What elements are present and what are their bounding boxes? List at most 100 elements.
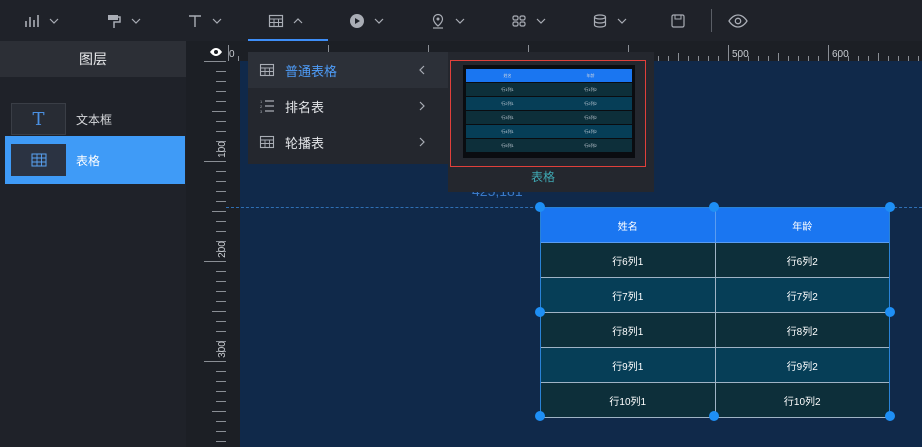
preview-cell: 行1列2 [584,86,597,92]
preview-row: 行4列1 行4列2 [466,125,632,138]
data-menu[interactable] [592,0,628,41]
layer-label: 表格 [76,153,101,168]
menu-item-ranking-table[interactable]: 123 排名表 [248,88,448,124]
save-button[interactable] [670,0,686,41]
table-menu[interactable] [268,0,304,41]
ruler-top-label: 0 [229,49,235,60]
table-header-cell: 姓名 [541,208,716,243]
layers-sidebar: 图层 T 文本框 表格 [0,41,186,447]
ranking-list-icon: 123 [260,99,274,114]
preview-frame: 姓名 年龄 行1列1 行1列2 行2列1 行2列2 行3列1 行3列2 行4列1 行4列… [450,60,646,167]
chart-menu[interactable] [24,0,60,41]
text-icon [189,14,201,27]
table-row: 行6列1 行6列2 [541,243,889,278]
layer-item-table[interactable]: 表格 [5,136,185,184]
components-icon [512,14,526,27]
preview-cell: 行5列1 [501,142,514,148]
paint-roller-icon [108,14,121,28]
text-T-icon: T [32,108,45,130]
chevron-down-icon [617,18,627,24]
table-icon [259,63,275,77]
chevron-down-icon [212,18,222,24]
preview-cell: 行4列2 [584,128,597,134]
table-icon [268,14,284,27]
table-row: 行7列1 行7列2 [541,278,889,313]
table-widget[interactable]: 姓名 年龄 行6列1 行6列2 行7列1 行7列2 行8列1 行8列2 行9列1… [540,207,890,418]
resize-handle-left[interactable] [535,307,545,317]
preview-cell: 行4列1 [501,128,514,134]
ruler-top-label: 600 [832,49,849,60]
resize-handle-bottom-right[interactable] [885,411,895,421]
table-cell: 行7列2 [715,278,889,313]
menu-item-label: 轮播表 [285,135,325,151]
resize-handle-top-left[interactable] [535,202,545,212]
chevron-up-icon [293,17,303,23]
table-preview-card[interactable]: 姓名 年龄 行1列1 行1列2 行2列1 行2列2 行3列1 行3列2 行4列1 行4列… [448,52,654,192]
chevron-left-icon [419,65,425,75]
preview-cell: 姓名 [503,72,512,78]
preview-row: 行3列1 行3列2 [466,111,632,124]
table-icon [259,135,275,149]
layer-label: 文本框 [76,112,113,127]
resize-handle-top-right[interactable] [885,202,895,212]
menu-item-normal-table[interactable]: 普通表格 [248,52,448,88]
chevron-right-icon [419,101,425,111]
chevron-down-icon [455,18,465,24]
table-cell: 行10列2 [715,383,889,418]
preview-cell: 行2列1 [501,100,514,106]
menu-item-carousel-table[interactable]: 轮播表 [248,124,448,160]
eye-icon [728,13,748,28]
table-cell: 行10列1 [541,383,716,418]
table-cell: 行8列2 [715,313,889,348]
database-icon [593,13,607,28]
table-cell: 行7列1 [541,278,716,313]
media-play-icon [350,13,364,28]
map-menu[interactable] [430,0,466,41]
visibility-toggle[interactable] [206,43,226,61]
layer-thumbnail: T [11,103,66,135]
table-cell: 行6列2 [715,243,889,278]
preview-cell: 行1列1 [501,86,514,92]
table-row: 行8列1 行8列2 [541,313,889,348]
chevron-down-icon [374,18,384,24]
menu-item-label: 排名表 [285,99,325,115]
ruler-left-label: 300 [216,341,228,358]
toolbar-divider [711,9,712,32]
top-toolbar [0,0,922,41]
svg-text:3: 3 [260,109,263,114]
resize-handle-right[interactable] [885,307,895,317]
bar-chart-icon [25,14,39,27]
preview-cell: 行5列2 [584,142,597,148]
sidebar-title: 图层 [0,41,186,77]
components-menu[interactable] [511,0,547,41]
table-header-cell: 年龄 [715,208,889,243]
eye-icon [210,48,222,56]
chevron-down-icon [131,18,141,24]
table-row: 行9列1 行9列2 [541,348,889,383]
preview-cell: 行3列1 [501,114,514,120]
map-pin-icon [432,13,444,29]
table-cell: 行9列2 [715,348,889,383]
ruler-top-label: 500 [732,49,749,60]
resize-handle-bottom-left[interactable] [535,411,545,421]
media-menu[interactable] [349,0,385,41]
table-grid-icon [31,153,46,167]
ruler-left-label: 100 [216,141,228,158]
preview-thumbnail: 姓名 年龄 行1列1 行1列2 行2列1 行2列2 行3列1 行3列2 行4列1 行4列… [463,65,635,158]
resize-handle-bottom[interactable] [709,411,719,421]
layer-thumbnail [11,144,66,176]
preview-row: 行2列1 行2列2 [466,97,632,110]
style-menu[interactable] [106,0,142,41]
table-type-menu: 普通表格 123 排名表 轮播表 [248,52,448,164]
preview-button[interactable] [728,0,748,41]
table-cell: 行9列1 [541,348,716,383]
resize-handle-top[interactable] [709,202,719,212]
chevron-down-icon [536,18,546,24]
chevron-down-icon [49,18,59,24]
preview-cell: 行3列2 [584,114,597,120]
menu-item-label: 普通表格 [285,63,338,79]
preview-header-row: 姓名 年龄 [466,69,632,82]
text-menu[interactable] [187,0,223,41]
preview-row: 行5列1 行5列2 [466,139,632,152]
table-cell: 行8列1 [541,313,716,348]
